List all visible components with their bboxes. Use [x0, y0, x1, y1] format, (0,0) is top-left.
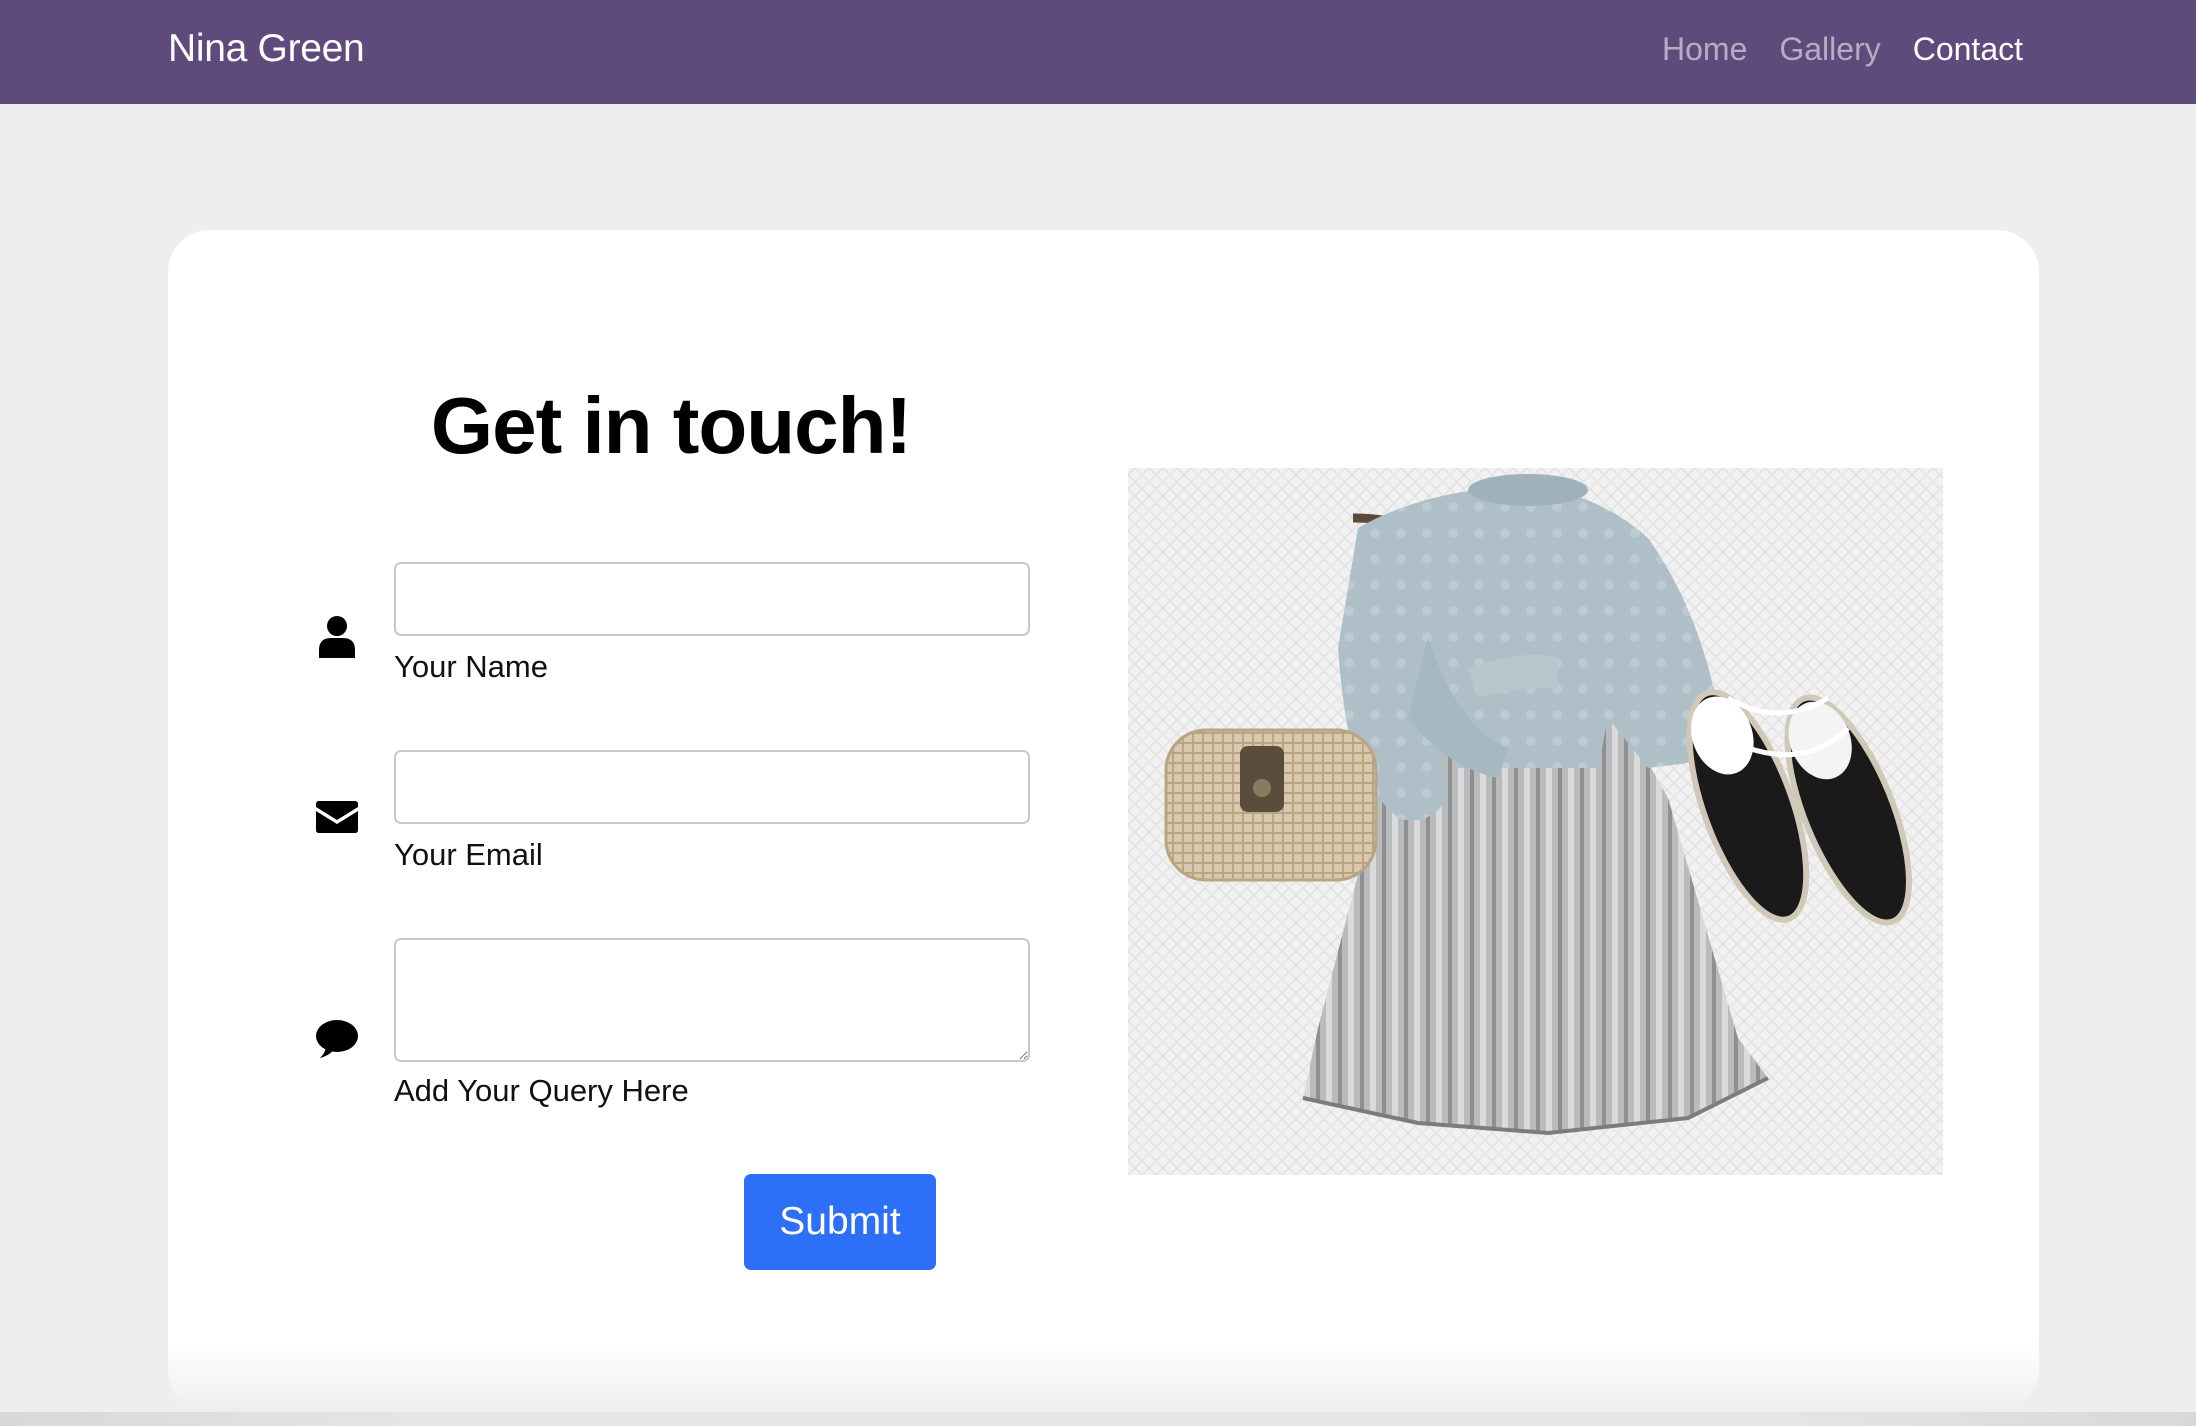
query-row: Add Your Query Here [168, 938, 1174, 1118]
nav-link-contact[interactable]: Contact [1913, 26, 2023, 72]
query-textarea[interactable] [394, 938, 1030, 1062]
contact-card: Get in touch! Your Name Your Email Add Y… [168, 230, 2039, 1412]
envelope-icon [316, 796, 358, 838]
brand-link[interactable]: Nina Green [168, 26, 365, 72]
query-label: Add Your Query Here [394, 1073, 689, 1108]
submit-button[interactable]: Submit [744, 1174, 936, 1270]
email-label: Your Email [394, 837, 543, 872]
comment-icon [316, 1018, 358, 1060]
navbar: Nina Green Home Gallery Contact [0, 0, 2196, 104]
email-input[interactable] [394, 750, 1030, 824]
email-row: Your Email [168, 750, 1174, 890]
user-icon [316, 616, 358, 658]
page-title: Get in touch! [430, 381, 912, 470]
nav-link-home[interactable]: Home [1662, 26, 1747, 72]
nav-link-gallery[interactable]: Gallery [1779, 26, 1880, 72]
name-row: Your Name [168, 562, 1174, 702]
page-bottom-edge [0, 1412, 2196, 1426]
outfit-image [1128, 468, 1943, 1175]
card-bottom-fade [168, 1342, 2039, 1412]
nav-links: Home Gallery Contact [1662, 26, 2023, 72]
name-label: Your Name [394, 649, 548, 684]
name-input[interactable] [394, 562, 1030, 636]
